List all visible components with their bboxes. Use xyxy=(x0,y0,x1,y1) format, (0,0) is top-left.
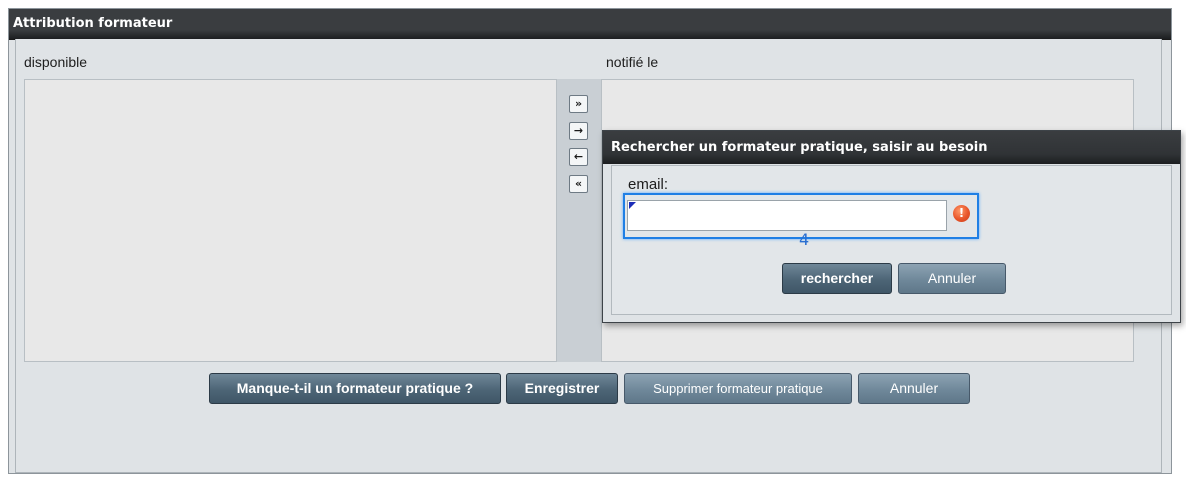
double-left-arrow-icon: « xyxy=(574,177,583,190)
search-button[interactable]: rechercher xyxy=(782,263,892,294)
right-arrow-icon: → xyxy=(573,124,584,137)
save-button[interactable]: Enregistrer xyxy=(506,373,618,404)
error-icon: ! xyxy=(953,205,970,222)
available-list-label: disponible xyxy=(24,54,88,70)
dialog-title-bar: Rechercher un formateur pratique, saisir… xyxy=(603,131,1180,164)
window-title: Attribution formateur xyxy=(13,16,173,31)
move-left-button[interactable]: ← xyxy=(569,148,588,166)
dialog-title: Rechercher un formateur pratique, saisir… xyxy=(611,140,988,155)
notified-list-label: notifié le xyxy=(606,54,659,70)
dialog-cancel-button[interactable]: Annuler xyxy=(898,263,1006,294)
left-arrow-icon: ← xyxy=(573,150,584,163)
move-all-right-button[interactable]: » xyxy=(569,95,588,113)
available-list[interactable] xyxy=(24,79,557,362)
move-all-left-button[interactable]: « xyxy=(569,175,588,193)
email-input[interactable] xyxy=(627,200,947,231)
delete-trainer-button[interactable]: Supprimer formateur pratique xyxy=(624,373,852,404)
window-title-bar: Attribution formateur xyxy=(9,9,1171,40)
annotation-marker: 4 xyxy=(799,230,810,249)
required-marker-icon xyxy=(629,202,636,209)
move-right-button[interactable]: → xyxy=(569,122,588,140)
double-right-arrow-icon: » xyxy=(574,97,583,110)
email-label: email: xyxy=(628,176,669,193)
cancel-button[interactable]: Annuler xyxy=(858,373,970,404)
missing-trainer-button[interactable]: Manque-t-il un formateur pratique ? xyxy=(209,373,501,404)
